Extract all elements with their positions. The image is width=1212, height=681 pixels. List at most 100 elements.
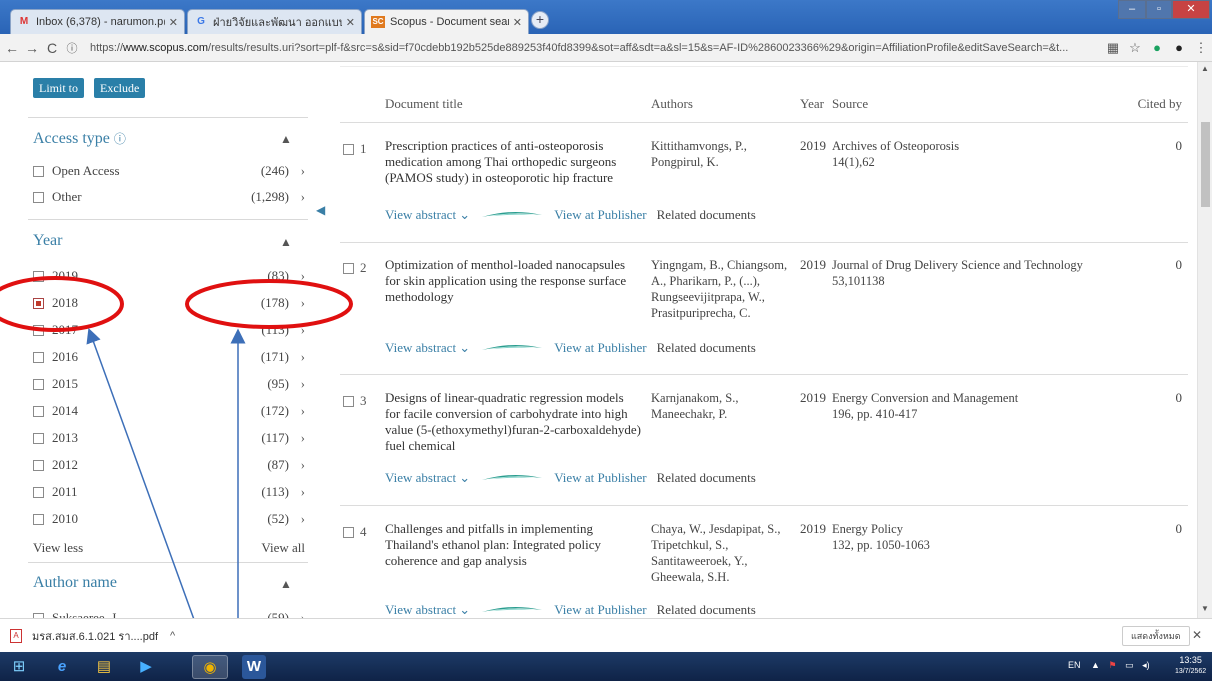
info-icon[interactable]: ⓘ — [62, 40, 82, 56]
scroll-up-icon[interactable]: ▲ — [1201, 64, 1209, 73]
tab-gmail[interactable]: M Inbox (6,378) - narumon.p@rsu.a ✕ — [10, 9, 185, 34]
header-authors[interactable]: Authors — [651, 96, 693, 112]
close-window-button[interactable]: ✕ — [1172, 0, 1210, 19]
star-icon[interactable]: ☆ — [1124, 40, 1146, 56]
info-icon[interactable]: ⓘ — [114, 132, 126, 146]
checkbox[interactable] — [33, 459, 44, 471]
exclude-button[interactable]: Exclude — [94, 78, 146, 98]
chevron-up-icon[interactable]: ▲ — [280, 577, 292, 592]
result-number[interactable]: 3 — [343, 393, 367, 409]
filter-open-access[interactable]: Open Access (246) › — [33, 161, 305, 181]
chevron-right-icon[interactable]: › — [289, 376, 305, 392]
chevron-right-icon[interactable]: › — [289, 349, 305, 365]
header-year[interactable]: Year — [800, 96, 824, 112]
result-title[interactable]: Challenges and pitfalls in implementing … — [385, 521, 641, 569]
related-documents-link[interactable]: Related documents — [657, 207, 756, 223]
chevron-right-icon[interactable]: › — [289, 511, 305, 527]
checkbox[interactable] — [33, 513, 44, 525]
result-number[interactable]: 2 — [343, 260, 367, 276]
result-authors[interactable]: Chaya, W., Jesdapipat, S., Tripetchkul, … — [651, 521, 791, 585]
tab-scopus[interactable]: SC Scopus - Document search resu ✕ — [364, 9, 529, 34]
chevron-right-icon[interactable]: › — [289, 484, 305, 500]
chevron-right-icon[interactable]: › — [289, 295, 305, 311]
view-at-publisher-link[interactable]: View at Publisher — [554, 470, 646, 486]
view-abstract-link[interactable]: View abstract ⌄ — [385, 602, 470, 618]
result-source[interactable]: Energy Conversion and Management 196, pp… — [832, 390, 1132, 422]
tray-arrow-icon[interactable]: ▲ — [1091, 660, 1100, 670]
close-icon[interactable]: ✕ — [346, 16, 355, 29]
checkbox[interactable] — [33, 324, 44, 336]
author-name-title[interactable]: Author name — [33, 574, 117, 592]
filter-year-2011[interactable]: 2011 (113) › — [33, 482, 305, 502]
header-source[interactable]: Source — [832, 96, 868, 112]
download-filename[interactable]: มรส.สมส.6.1.021 รา....pdf — [32, 627, 158, 645]
filter-year-2012[interactable]: 2012 (87) › — [33, 455, 305, 475]
view-at-publisher-link[interactable]: View at Publisher — [554, 340, 646, 356]
media-player-icon[interactable]: ▶ — [128, 655, 164, 679]
result-authors[interactable]: Kittithamvongs, P., Pongpirul, K. — [651, 138, 791, 170]
view-abstract-link[interactable]: View abstract ⌄ — [385, 340, 470, 356]
view-abstract-link[interactable]: View abstract ⌄ — [385, 207, 470, 223]
close-download-bar-icon[interactable]: ✕ — [1192, 628, 1202, 642]
year-title[interactable]: Year — [33, 232, 62, 250]
back-icon[interactable]: ← — [2, 40, 22, 56]
show-all-button[interactable]: แสดงทั้งหมด — [1122, 626, 1190, 646]
access-type-title[interactable]: Access type ⓘ — [33, 130, 126, 148]
chevron-right-icon[interactable]: › — [289, 457, 305, 473]
result-number[interactable]: 4 — [343, 524, 367, 540]
checkbox[interactable] — [33, 432, 44, 444]
chevron-up-icon[interactable]: ▲ — [280, 235, 292, 250]
checkbox[interactable] — [343, 395, 354, 407]
filter-other[interactable]: Other (1,298) › — [33, 187, 305, 207]
filter-author[interactable]: Suksaeree, J. (59) › — [33, 608, 305, 618]
view-at-publisher-link[interactable]: View at Publisher — [554, 602, 646, 618]
new-tab-button[interactable]: + — [531, 11, 549, 29]
checkbox[interactable] — [33, 270, 44, 282]
grammarly-icon[interactable]: ● — [1146, 40, 1168, 55]
result-title[interactable]: Designs of linear-quadratic regression m… — [385, 390, 641, 454]
close-icon[interactable]: ✕ — [169, 16, 178, 29]
chevron-up-icon[interactable]: ▲ — [280, 132, 292, 147]
result-authors[interactable]: Yingngam, B., Chiangsom, A., Pharikarn, … — [651, 257, 791, 321]
chevron-right-icon[interactable]: › — [289, 610, 305, 618]
related-documents-link[interactable]: Related documents — [657, 470, 756, 486]
result-authors[interactable]: Karnjanakom, S., Maneechakr, P. — [651, 390, 791, 422]
view-at-publisher-link[interactable]: View at Publisher — [554, 207, 646, 223]
related-documents-link[interactable]: Related documents — [657, 602, 756, 618]
tab-google[interactable]: G ฝ่ายวิจัยและพัฒนา ออกแบบ - Google ✕ — [187, 9, 362, 34]
checkbox[interactable] — [33, 405, 44, 417]
result-source[interactable]: Energy Policy 132, pp. 1050-1063 — [832, 521, 1132, 553]
word-icon[interactable]: W — [242, 655, 266, 679]
result-source[interactable]: Archives of Osteoporosis 14(1),62 — [832, 138, 1132, 170]
view-all-link[interactable]: View all — [261, 540, 305, 556]
flag-icon[interactable]: ⚑ — [1108, 660, 1116, 670]
menu-icon[interactable]: ⋮ — [1190, 40, 1212, 56]
close-icon[interactable]: ✕ — [513, 16, 522, 29]
collapse-panel-icon[interactable]: ◀ — [316, 203, 325, 218]
result-title[interactable]: Prescription practices of anti-osteoporo… — [385, 138, 641, 186]
chevron-right-icon[interactable]: › — [289, 403, 305, 419]
checkbox[interactable] — [343, 143, 354, 155]
start-button-icon[interactable]: ⊞ — [4, 655, 34, 679]
chevron-right-icon[interactable]: › — [289, 163, 305, 179]
volume-icon[interactable]: ◂) — [1142, 660, 1150, 670]
minimize-button[interactable]: – — [1118, 0, 1146, 19]
language-indicator[interactable]: EN — [1068, 660, 1081, 670]
result-number[interactable]: 1 — [343, 141, 367, 157]
forward-icon[interactable]: → — [22, 40, 42, 56]
view-abstract-link[interactable]: View abstract ⌄ — [385, 470, 470, 486]
checkbox[interactable] — [33, 191, 44, 203]
translate-icon[interactable]: ▦ — [1102, 40, 1124, 56]
maximize-button[interactable]: ▫ — [1146, 0, 1172, 19]
checkbox[interactable] — [33, 351, 44, 363]
network-icon[interactable]: ▭ — [1125, 660, 1134, 670]
related-documents-link[interactable]: Related documents — [657, 340, 756, 356]
checkbox-checked[interactable] — [33, 297, 44, 309]
filter-year-2017[interactable]: 2017 (113) › — [33, 320, 305, 340]
result-title[interactable]: Optimization of menthol-loaded nanocapsu… — [385, 257, 641, 305]
chevron-right-icon[interactable]: › — [289, 268, 305, 284]
filter-year-2016[interactable]: 2016 (171) › — [33, 347, 305, 367]
checkbox[interactable] — [343, 526, 354, 538]
reload-icon[interactable]: C — [42, 40, 62, 56]
filter-year-2013[interactable]: 2013 (117) › — [33, 428, 305, 448]
